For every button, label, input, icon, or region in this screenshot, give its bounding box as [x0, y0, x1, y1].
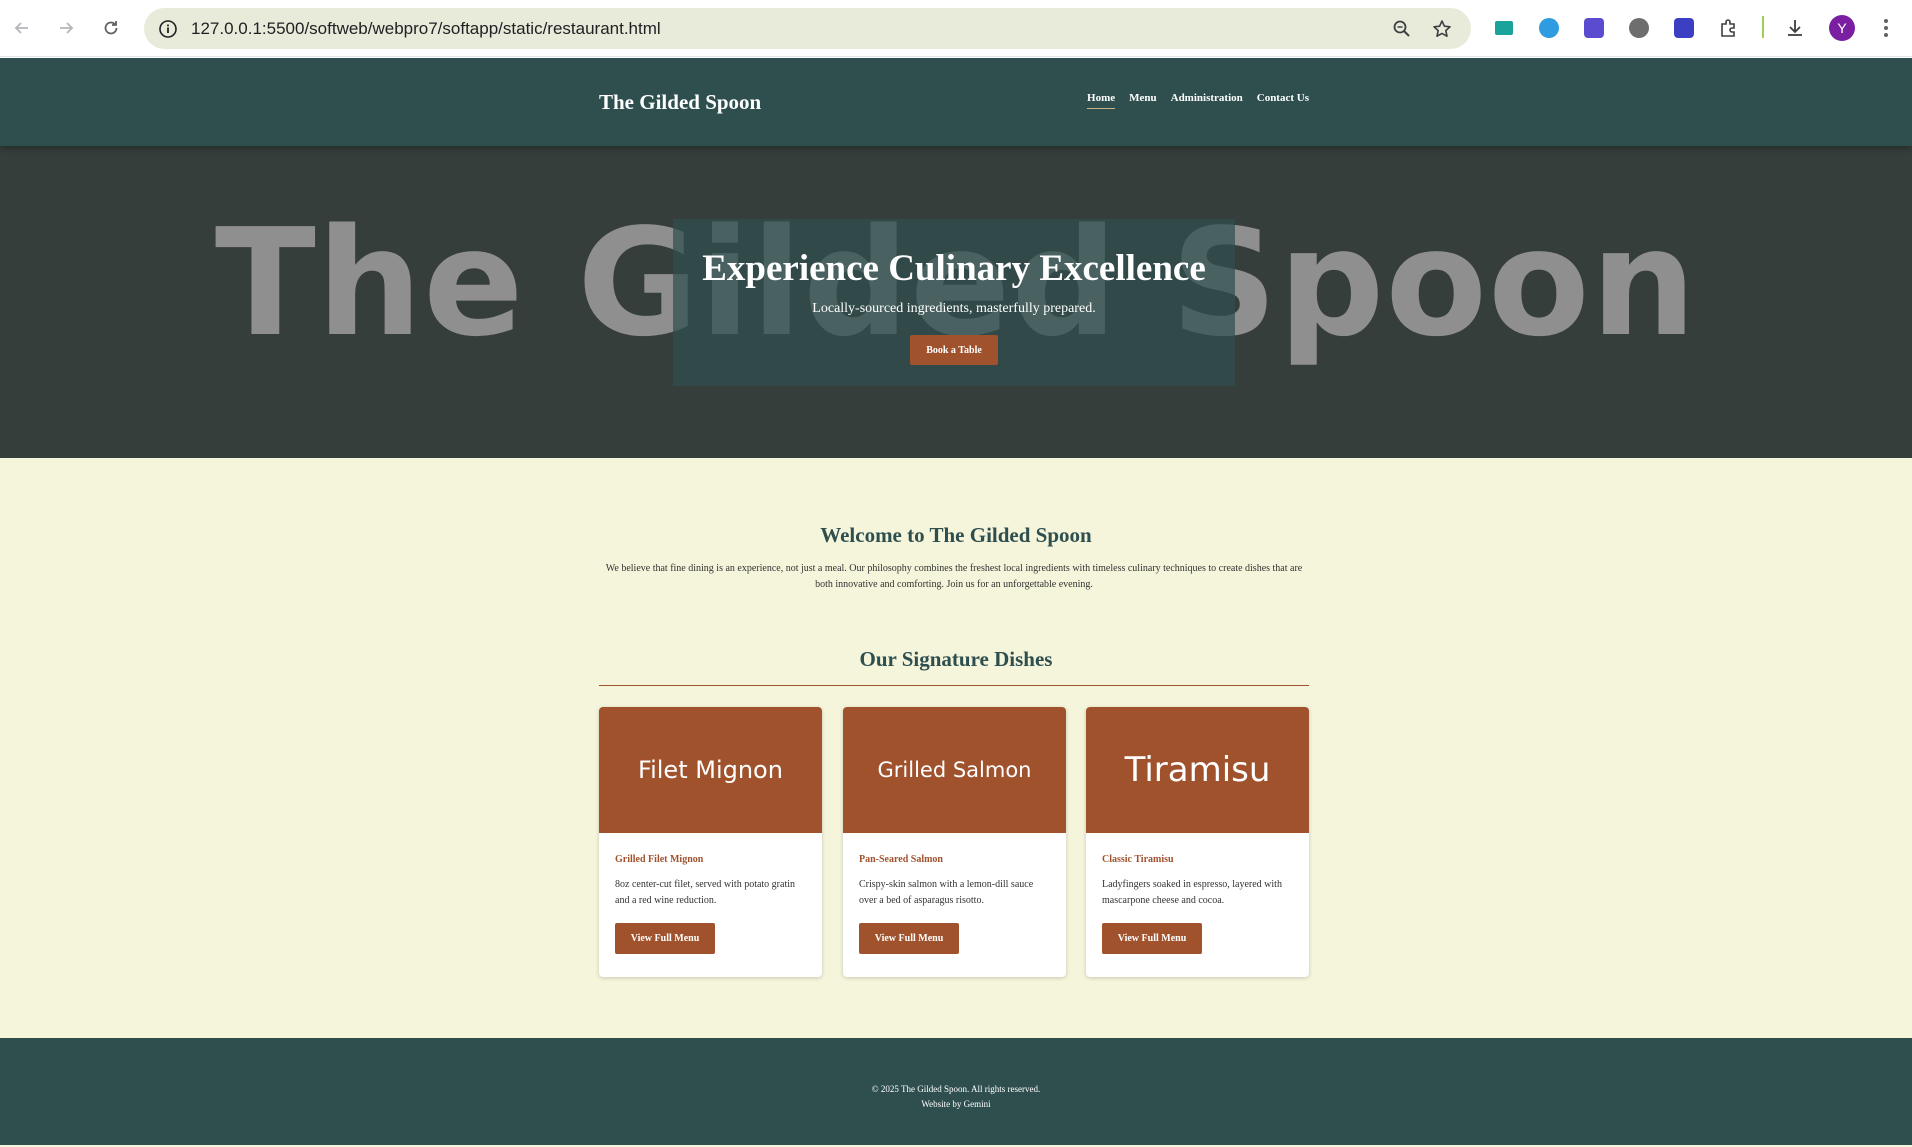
mask-extension-icon[interactable]	[1626, 15, 1652, 41]
dish-description: 8oz center-cut filet, served with potato…	[615, 879, 796, 906]
footer-copyright: © 2025 The Gilded Spoon. All rights rese…	[871, 1084, 1041, 1094]
pencil-extension-icon[interactable]	[1671, 15, 1697, 41]
dish-image: Grilled Salmon	[843, 707, 1066, 833]
hero-section: The Gilded Spoon Experience Culinary Exc…	[0, 146, 1912, 458]
dish-card: Tiramisu Classic Tiramisu Ladyfingers so…	[1086, 707, 1309, 977]
nav-link-administration[interactable]: Administration	[1171, 92, 1243, 109]
view-menu-button[interactable]: View Full Menu	[859, 923, 959, 954]
dish-image: Filet Mignon	[599, 707, 822, 833]
dish-name: Grilled Filet Mignon	[615, 854, 704, 865]
dish-name: Pan-Seared Salmon	[859, 854, 943, 865]
info-icon[interactable]	[156, 17, 180, 41]
toolbar-divider	[1762, 16, 1764, 38]
site-footer: © 2025 The Gilded Spoon. All rights rese…	[0, 1038, 1912, 1145]
dishes-heading: Our Signature Dishes	[859, 647, 1053, 671]
view-menu-button[interactable]: View Full Menu	[615, 923, 715, 954]
book-table-button[interactable]: Book a Table	[910, 335, 998, 365]
nav-link-contact[interactable]: Contact Us	[1257, 92, 1309, 109]
url-text[interactable]: 127.0.0.1:5500/softweb/webpro7/softapp/s…	[191, 8, 661, 49]
mail-extension-icon[interactable]	[1491, 15, 1517, 41]
pen-extension-icon[interactable]	[1581, 15, 1607, 41]
nav-link-home[interactable]: Home	[1087, 92, 1116, 109]
profile-avatar[interactable]: Y	[1829, 15, 1855, 41]
reload-icon[interactable]	[96, 13, 126, 43]
puzzle-icon[interactable]	[1716, 15, 1742, 41]
back-icon[interactable]	[7, 13, 37, 43]
hero-title: Experience Culinary Excellence	[702, 248, 1206, 289]
site-header: The Gilded Spoon Home Menu Administratio…	[0, 58, 1912, 146]
footer-credit: Website by Gemini	[921, 1099, 991, 1109]
dish-description: Ladyfingers soaked in espresso, layered …	[1102, 879, 1282, 906]
browser-toolbar: 127.0.0.1:5500/softweb/webpro7/softapp/s…	[0, 0, 1912, 57]
dish-description: Crispy-skin salmon with a lemon-dill sau…	[859, 879, 1034, 906]
dish-name: Classic Tiramisu	[1102, 854, 1174, 865]
view-menu-button[interactable]: View Full Menu	[1102, 923, 1202, 954]
nav-link-menu[interactable]: Menu	[1129, 92, 1157, 109]
site-brand[interactable]: The Gilded Spoon	[599, 58, 761, 146]
star-icon[interactable]	[1430, 17, 1454, 41]
dish-card: Filet Mignon Grilled Filet Mignon 8oz ce…	[599, 707, 822, 977]
zoom-icon[interactable]	[1390, 17, 1414, 41]
dishes-divider	[599, 685, 1309, 686]
dish-image: Tiramisu	[1086, 707, 1309, 833]
hero-subtitle: Locally-sourced ingredients, masterfully…	[812, 301, 1096, 316]
more-vertical-icon[interactable]	[1874, 13, 1898, 43]
edge-extension-icon[interactable]	[1536, 15, 1562, 41]
welcome-text: We believe that fine dining is an experi…	[605, 563, 1303, 590]
welcome-heading: Welcome to The Gilded Spoon	[820, 523, 1092, 547]
main-nav: Home Menu Administration Contact Us	[1087, 92, 1309, 109]
forward-icon[interactable]	[51, 13, 81, 43]
dish-card: Grilled Salmon Pan-Seared Salmon Crispy-…	[843, 707, 1066, 977]
page-viewport: The Gilded Spoon Home Menu Administratio…	[0, 58, 1912, 1147]
download-icon[interactable]	[1782, 15, 1808, 41]
hero-overlay: Experience Culinary Excellence Locally-s…	[673, 219, 1235, 386]
address-bar[interactable]: 127.0.0.1:5500/softweb/webpro7/softapp/s…	[144, 8, 1471, 49]
